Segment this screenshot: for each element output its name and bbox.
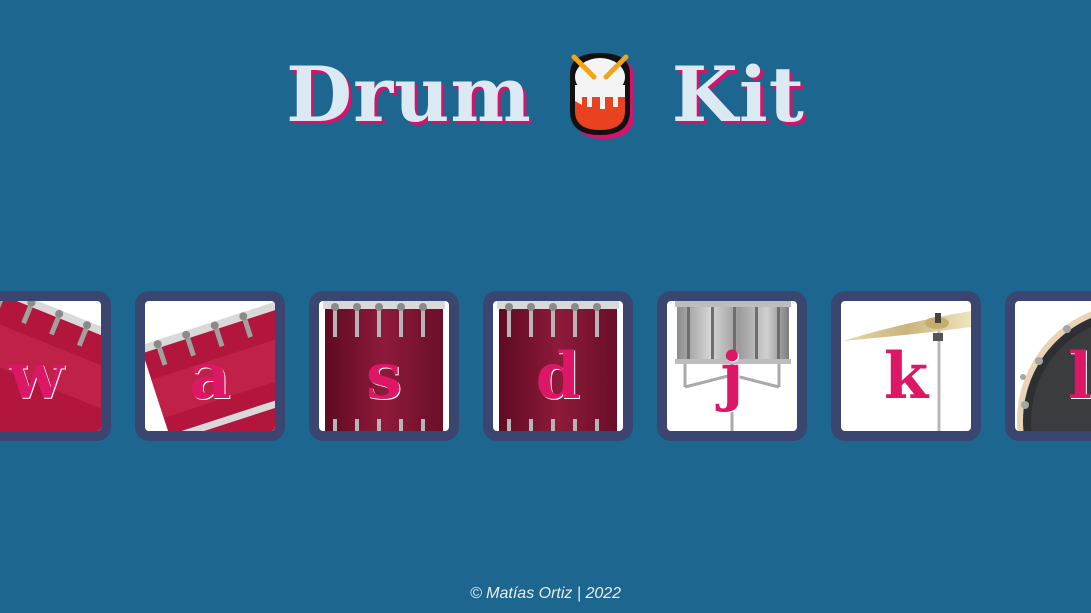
drum-key-a[interactable]: a — [135, 291, 285, 441]
key-letter: j — [720, 339, 744, 414]
drum-key-s[interactable]: s — [309, 291, 459, 441]
drum-key-j[interactable]: j — [657, 291, 807, 441]
key-letter: d — [535, 339, 581, 414]
key-letter: a — [189, 339, 231, 414]
key-letter: s — [365, 339, 403, 414]
title-word-kit: Kit — [671, 50, 805, 139]
drum-key-k[interactable]: k — [831, 291, 981, 441]
title-word-drum: Drum — [286, 50, 532, 139]
key-letter: w — [8, 339, 64, 414]
drum-key-d[interactable]: d — [483, 291, 633, 441]
page-title: Drum Kit — [0, 40, 1091, 150]
drum-icon — [569, 53, 634, 139]
footer-copyright: © Matías Ortiz | 2022 — [469, 585, 622, 602]
drum-key-w[interactable]: w — [0, 291, 111, 441]
drum-key-l[interactable]: l — [1005, 291, 1091, 441]
key-letter: k — [883, 339, 929, 414]
page: Drum Kit w a s d j k l © Matías Ortiz | … — [0, 0, 1091, 613]
key-letter: l — [1067, 339, 1091, 414]
